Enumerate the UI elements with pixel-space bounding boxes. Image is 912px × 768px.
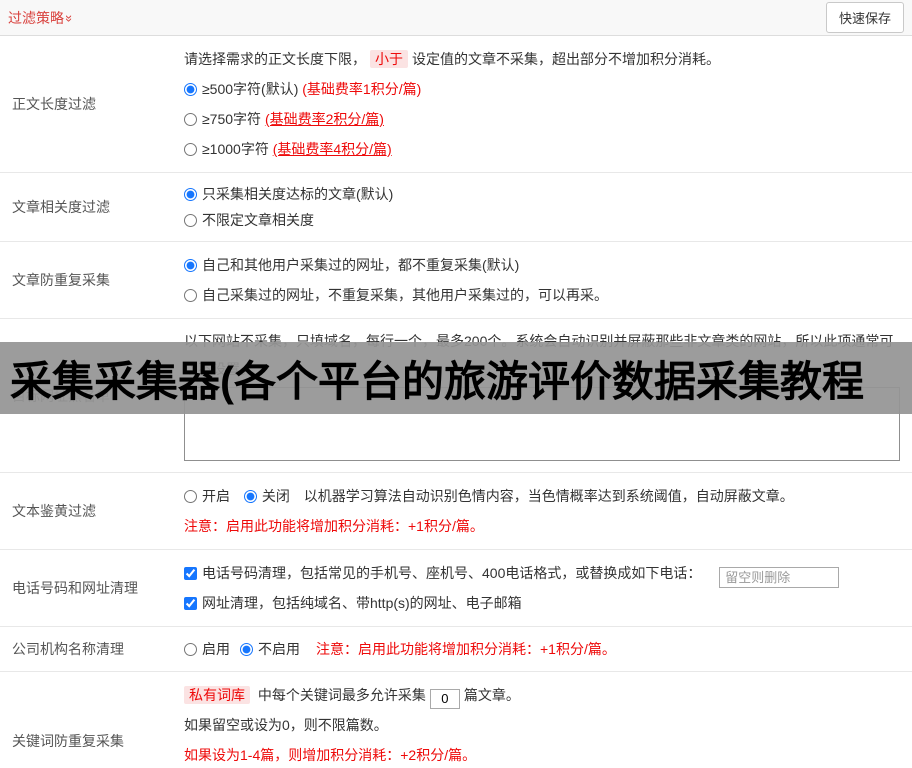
radio-option-company-on[interactable]: 启用 (184, 639, 230, 659)
relevance-content: 只采集相关度达标的文章(默认) 不限定文章相关度 (178, 173, 912, 241)
row-label-porn-filter: 文本鉴黄过滤 (12, 503, 96, 519)
option-note: (基础费率1积分/篇) (302, 81, 422, 97)
keyword-limit-input[interactable] (429, 688, 460, 709)
option-label: 关闭 (261, 488, 290, 504)
row-label-dedup: 文章防重复采集 (12, 272, 110, 288)
row-label-phone-clean: 电话号码和网址清理 (12, 580, 138, 596)
radio-input-dedup-self[interactable] (184, 289, 197, 302)
blacklist-description: 以下网站不采集，只填域名，每行一个，最多200个。系统会自动识别并屏蔽那些非文章… (184, 333, 894, 377)
keyword-dedup-line2: 如果留空或设为0，则不限篇数。 (184, 717, 388, 733)
company-clean-content: 启用 不启用 注意：启用此功能将增加积分消耗：+1积分/篇。 (178, 627, 912, 671)
option-label: 只采集相关度达标的文章(默认) (202, 186, 394, 202)
replacement-phone-input[interactable] (719, 567, 840, 588)
checkbox-option-phone-clean[interactable]: 电话号码清理，包括常见的手机号、座机号、400电话格式，或替换成如下电话： (184, 565, 705, 581)
radio-option-500-chars[interactable]: ≥500字符(默认) (基础费率1积分/篇) (184, 74, 904, 104)
radio-option-porn-off[interactable]: 关闭 (243, 488, 294, 504)
row-label-blacklist: 目标网址黑名单 (12, 387, 110, 404)
radio-option-porn-on[interactable]: 开启 (184, 488, 234, 504)
page-title-text: 过滤策略 (8, 9, 64, 26)
option-label: 不启用 (258, 641, 300, 657)
checkbox-option-url-clean[interactable]: 网址清理，包括纯域名、带http(s)的网址、电子邮箱 (184, 595, 522, 611)
chevron-down-icon: » (62, 14, 78, 22)
phone-clean-content: 电话号码清理，包括常见的手机号、座机号、400电话格式，或替换成如下电话： 网址… (178, 550, 912, 626)
keyword-dedup-line3: 如果设为1-4篇，则增加积分消耗：+2积分/篇。 (184, 747, 477, 763)
row-company-clean: 公司机构名称清理 启用 不启用 注意：启用此功能将增加积分消耗：+1积分/篇。 (0, 627, 912, 672)
radio-option-dedup-self[interactable]: 自己采集过的网址，不重复采集，其他用户采集过的，可以再采。 (184, 280, 904, 310)
page-title[interactable]: 过滤策略» (8, 8, 77, 28)
option-label: 网址清理，包括纯域名、带http(s)的网址、电子邮箱 (202, 595, 522, 611)
quick-save-button[interactable]: 快速保存 (825, 2, 904, 33)
row-porn-filter: 文本鉴黄过滤 开启 关闭 以机器学习算法自动识别色情内容，当色情概率达到系统阈值… (0, 473, 912, 550)
option-label: 开启 (202, 488, 230, 504)
option-label: 启用 (202, 641, 230, 657)
option-note: (基础费率2积分/篇) (264, 111, 384, 127)
dedup-content: 自己和其他用户采集过的网址，都不重复采集(默认) 自己采集过的网址，不重复采集，… (178, 242, 912, 318)
row-label-body-length: 正文长度过滤 (12, 96, 96, 112)
checkbox-input-phone-clean[interactable] (184, 567, 197, 580)
row-label-company-clean: 公司机构名称清理 (12, 641, 124, 657)
blacklist-content: 以下网站不采集，只填域名，每行一个，最多200个。系统会自动识别并屏蔽那些非文章… (178, 319, 912, 472)
row-relevance-filter: 文章相关度过滤 只采集相关度达标的文章(默认) 不限定文章相关度 (0, 173, 912, 242)
row-keyword-dedup: 关键词防重复采集 私有词库 中每个关键词最多允许采集 篇文章。 如果留空或设为0，… (0, 672, 912, 768)
radio-option-750-chars[interactable]: ≥750字符 (基础费率2积分/篇) (184, 104, 904, 134)
intro-highlight-text: 小于 (370, 50, 408, 68)
radio-input-relevance-on[interactable] (184, 188, 197, 201)
porn-filter-note: 注意：启用此功能将增加积分消耗：+1积分/篇。 (184, 518, 484, 534)
radio-option-relevance-off[interactable]: 不限定文章相关度 (184, 207, 904, 233)
keyword-dedup-content: 私有词库 中每个关键词最多允许采集 篇文章。 如果留空或设为0，则不限篇数。 如果… (178, 672, 912, 768)
blacklist-textarea[interactable] (184, 387, 900, 461)
row-label-keyword-dedup: 关键词防重复采集 (12, 732, 124, 749)
company-clean-note: 注意：启用此功能将增加积分消耗：+1积分/篇。 (316, 641, 616, 657)
radio-input-company-off[interactable] (240, 643, 253, 656)
radio-input-porn-on[interactable] (184, 490, 197, 503)
row-url-blacklist: 目标网址黑名单 以下网站不采集，只填域名，每行一个，最多200个。系统会自动识别… (0, 319, 912, 473)
intro-post-text: 设定值的文章不采集，超出部分不增加积分消耗。 (412, 51, 720, 67)
body-length-intro: 请选择需求的正文长度下限， 小于 设定值的文章不采集，超出部分不增加积分消耗。 (184, 44, 904, 74)
radio-option-1000-chars[interactable]: ≥1000字符 (基础费率4积分/篇) (184, 134, 904, 164)
option-label: 不限定文章相关度 (202, 212, 314, 228)
intro-pre-text: 请选择需求的正文长度下限， (184, 51, 366, 67)
option-label: ≥1000字符 (202, 141, 273, 157)
radio-option-relevance-on[interactable]: 只采集相关度达标的文章(默认) (184, 181, 904, 207)
radio-input-porn-off[interactable] (243, 490, 257, 503)
radio-option-dedup-all[interactable]: 自己和其他用户采集过的网址，都不重复采集(默认) (184, 250, 904, 280)
porn-filter-description: 以机器学习算法自动识别色情内容，当色情概率达到系统阈值，自动屏蔽文章。 (303, 488, 794, 504)
keyword-limit-post-text: 篇文章。 (463, 687, 520, 703)
radio-input-750[interactable] (184, 113, 197, 126)
radio-input-1000[interactable] (184, 143, 197, 156)
checkbox-input-url-clean[interactable] (184, 597, 197, 610)
row-dedup-collection: 文章防重复采集 自己和其他用户采集过的网址，都不重复采集(默认) 自己采集过的网… (0, 242, 912, 319)
radio-input-500[interactable] (184, 83, 197, 96)
row-label-relevance: 文章相关度过滤 (12, 199, 110, 215)
private-lexicon-tag: 私有词库 (184, 686, 250, 704)
body-length-content: 请选择需求的正文长度下限， 小于 设定值的文章不采集，超出部分不增加积分消耗。 ≥5… (178, 36, 912, 172)
keyword-limit-pre-text: 中每个关键词最多允许采集 (257, 687, 426, 703)
radio-option-company-off[interactable]: 不启用 (240, 639, 300, 659)
radio-input-dedup-all[interactable] (184, 259, 197, 272)
page-header: 过滤策略» 快速保存 (0, 0, 912, 36)
row-phone-url-clean: 电话号码和网址清理 电话号码清理，包括常见的手机号、座机号、400电话格式，或替… (0, 550, 912, 627)
row-body-length-filter: 正文长度过滤 请选择需求的正文长度下限， 小于 设定值的文章不采集，超出部分不增加积… (0, 36, 912, 173)
filter-strategy-page: 过滤策略» 快速保存 正文长度过滤 请选择需求的正文长度下限， 小于 设定值的文章不… (0, 0, 912, 768)
option-label: 自己采集过的网址，不重复采集，其他用户采集过的，可以再采。 (202, 287, 608, 303)
option-label: 自己和其他用户采集过的网址，都不重复采集(默认) (202, 257, 520, 273)
option-label: 电话号码清理，包括常见的手机号、座机号、400电话格式，或替换成如下电话： (202, 565, 702, 581)
radio-input-relevance-off[interactable] (184, 214, 197, 227)
option-note: (基础费率4积分/篇) (272, 141, 392, 157)
porn-filter-content: 开启 关闭 以机器学习算法自动识别色情内容，当色情概率达到系统阈值，自动屏蔽文章… (178, 473, 912, 549)
radio-input-company-on[interactable] (184, 643, 197, 656)
option-label: ≥500字符(默认) (202, 81, 303, 97)
option-label: ≥750字符 (202, 111, 265, 127)
